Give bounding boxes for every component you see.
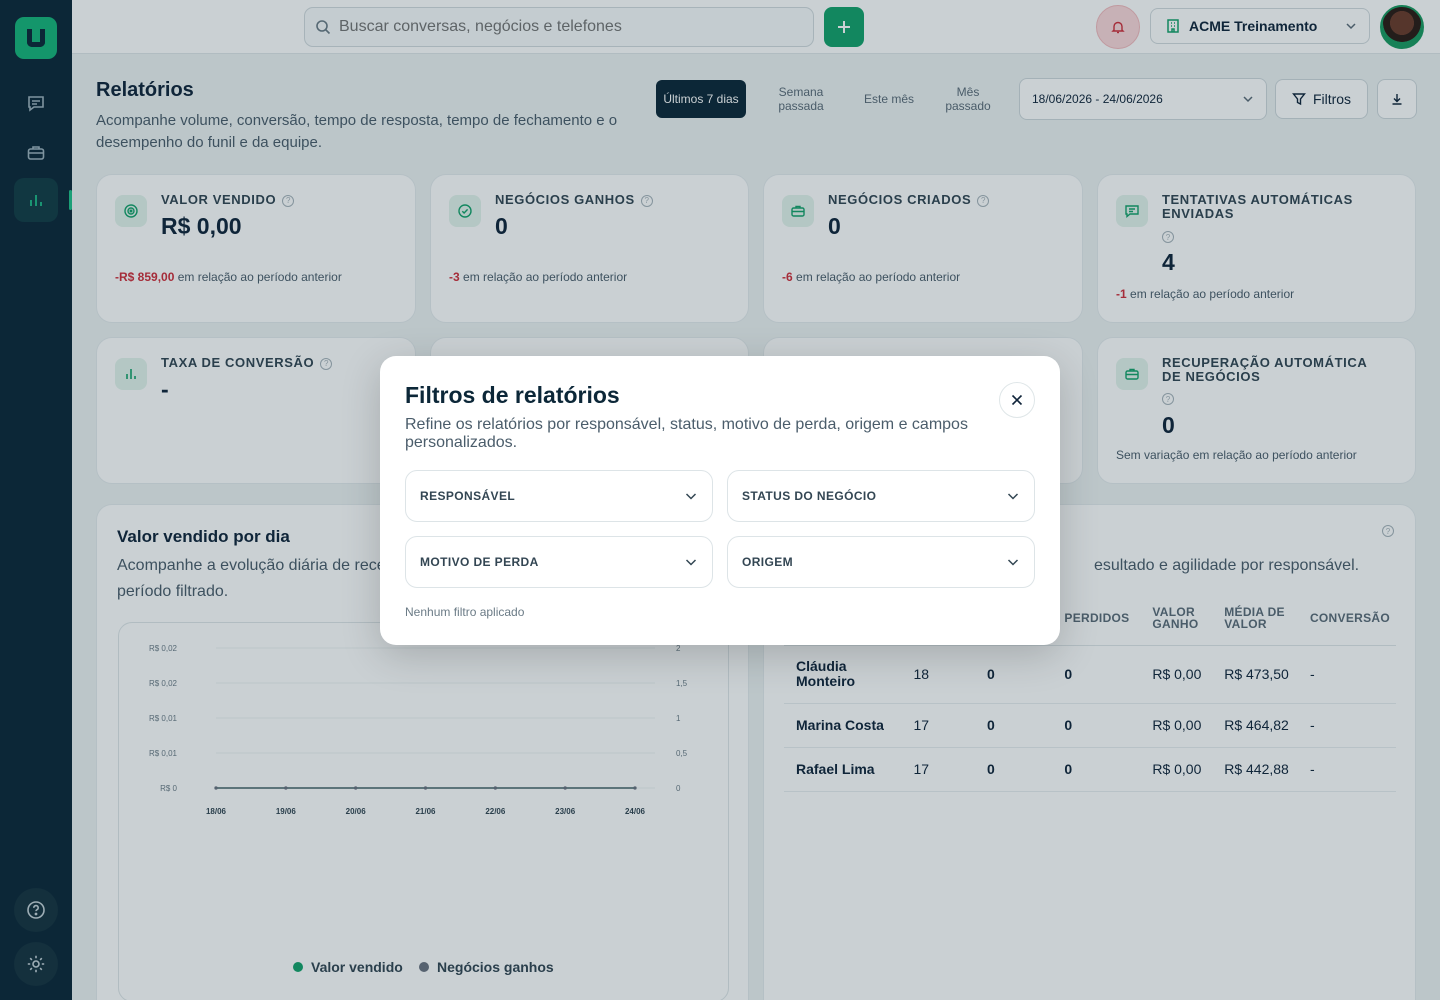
- modal-title: Filtros de relatórios: [405, 382, 620, 408]
- select-label: RESPONSÁVEL: [420, 489, 516, 503]
- modal-subtitle: Refine os relatórios por responsável, st…: [405, 416, 968, 451]
- chevron-down-icon: [1007, 493, 1019, 500]
- responsavel-select[interactable]: RESPONSÁVEL: [405, 470, 713, 522]
- chevron-down-icon: [685, 559, 697, 566]
- chevron-down-icon: [1007, 559, 1019, 566]
- no-filter-text: Nenhum filtro aplicado: [405, 605, 525, 619]
- select-label: MOTIVO DE PERDA: [420, 555, 539, 569]
- close-icon: [1011, 394, 1023, 406]
- report-filters-modal: Filtros de relatórios Refine os relatóri…: [380, 356, 1060, 645]
- close-button[interactable]: [999, 382, 1035, 418]
- select-label: ORIGEM: [742, 555, 794, 569]
- motivo-perda-select[interactable]: MOTIVO DE PERDA: [405, 536, 713, 588]
- status-select[interactable]: STATUS DO NEGÓCIO: [727, 470, 1035, 522]
- select-label: STATUS DO NEGÓCIO: [742, 489, 877, 503]
- origem-select[interactable]: ORIGEM: [727, 536, 1035, 588]
- chevron-down-icon: [685, 493, 697, 500]
